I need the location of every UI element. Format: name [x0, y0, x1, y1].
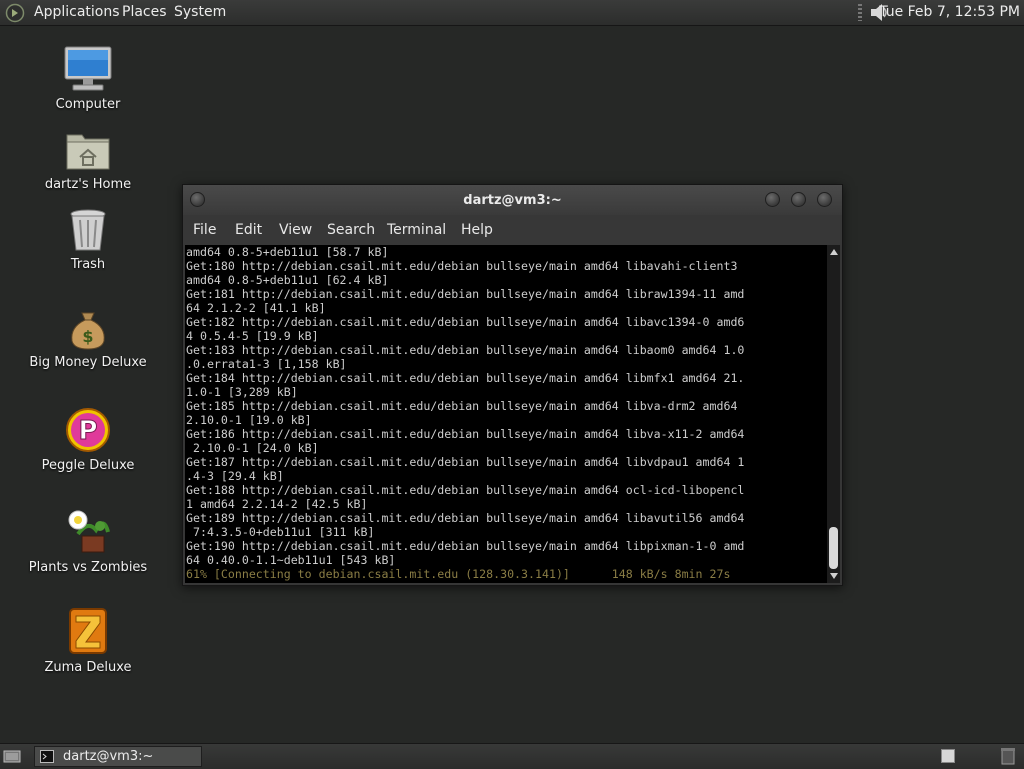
terminal-line: .4-3 [29.4 kB] — [186, 469, 284, 483]
places-menu[interactable]: Places — [122, 0, 167, 25]
terminal-line: Get:185 http://debian.csail.mit.edu/debi… — [186, 399, 738, 413]
taskbar-terminal-button[interactable]: dartz@vm3:~ — [34, 746, 202, 767]
system-menu[interactable]: System — [174, 0, 226, 25]
terminal-line: Get:187 http://debian.csail.mit.edu/debi… — [186, 455, 745, 469]
terminal-line: Get:183 http://debian.csail.mit.edu/debi… — [186, 343, 745, 357]
menu-file[interactable]: File — [193, 215, 216, 245]
terminal-line: 2.10.0-1 [19.0 kB] — [186, 413, 312, 427]
taskbar-label: dartz@vm3:~ — [63, 749, 154, 764]
scroll-down-arrow-icon[interactable] — [830, 573, 838, 579]
terminal-line: .0.errata1-3 [1,158 kB] — [186, 357, 347, 371]
terminal-scrollbar[interactable] — [827, 245, 840, 583]
svg-text:P: P — [78, 416, 97, 446]
distro-logo-icon[interactable] — [5, 3, 25, 23]
panel-handle — [858, 4, 862, 21]
menu-help[interactable]: Help — [461, 215, 493, 245]
terminal-line: amd64 0.8-5+deb11u1 [58.7 kB] — [186, 245, 389, 259]
desktop-icon-plants-vs-zombies[interactable]: Plants vs Zombies — [23, 506, 153, 575]
applications-menu[interactable]: Applications — [34, 0, 120, 25]
desktop-icon-label: Trash — [70, 257, 106, 272]
trash-applet-icon[interactable] — [1000, 747, 1016, 765]
zuma-icon — [69, 608, 107, 654]
show-desktop-icon[interactable] — [3, 748, 21, 764]
terminal-line: 1.0-1 [3,289 kB] — [186, 385, 298, 399]
menu-view[interactable]: View — [279, 215, 312, 245]
workspace-icon[interactable] — [941, 749, 955, 763]
desktop-icon-peggle[interactable]: P Peggle Deluxe — [23, 406, 153, 473]
terminal-output[interactable]: amd64 0.8-5+deb11u1 [58.7 kB] Get:180 ht… — [185, 245, 827, 583]
svg-text:$: $ — [82, 327, 93, 346]
desktop-icon-label: dartz's Home — [44, 177, 132, 192]
terminal-line: Get:181 http://debian.csail.mit.edu/debi… — [186, 287, 745, 301]
terminal-menubar: File Edit View Search Terminal Help — [183, 215, 842, 245]
terminal-line: 64 2.1.2-2 [41.1 kB] — [186, 301, 326, 315]
terminal-line: Get:189 http://debian.csail.mit.edu/debi… — [186, 511, 745, 525]
desktop-icon-label: Computer — [55, 97, 121, 112]
close-button[interactable] — [817, 192, 832, 207]
top-panel: Applications Places System Tue Feb 7, 12… — [0, 0, 1024, 26]
trash-icon — [70, 209, 106, 251]
minimize-button[interactable] — [765, 192, 780, 207]
desktop-icon-trash[interactable]: Trash — [23, 207, 153, 272]
terminal-line: Get:182 http://debian.csail.mit.edu/debi… — [186, 315, 745, 329]
terminal-line: Get:188 http://debian.csail.mit.edu/debi… — [186, 483, 745, 497]
apt-progress-status: 61% [Connecting to debian.csail.mit.edu … — [186, 567, 731, 581]
desktop-icon-home[interactable]: dartz's Home — [23, 127, 153, 192]
plants-vs-zombies-icon — [68, 510, 110, 553]
terminal-text: amd64 0.8-5+deb11u1 [58.7 kB] Get:180 ht… — [186, 245, 744, 567]
scroll-up-arrow-icon[interactable] — [830, 249, 838, 255]
terminal-window[interactable]: dartz@vm3:~ File Edit View Search Termin… — [182, 184, 843, 586]
menu-edit[interactable]: Edit — [235, 215, 262, 245]
menu-terminal[interactable]: Terminal — [387, 215, 446, 245]
desktop-icon-label: Big Money Deluxe — [29, 355, 147, 370]
desktop-icon-label: Plants vs Zombies — [28, 560, 148, 575]
terminal-line: Get:180 http://debian.csail.mit.edu/debi… — [186, 259, 738, 273]
computer-icon — [64, 46, 112, 91]
terminal-line: Get:186 http://debian.csail.mit.edu/debi… — [186, 427, 745, 441]
desktop-icon-zuma[interactable]: Zuma Deluxe — [23, 606, 153, 675]
terminal-line: 2.10.0-1 [24.0 kB] — [192, 441, 319, 455]
scrollbar-thumb[interactable] — [829, 527, 838, 569]
desktop-icon-big-money[interactable]: $ Big Money Deluxe — [23, 309, 153, 370]
window-titlebar[interactable]: dartz@vm3:~ — [183, 185, 842, 215]
peggle-icon: P — [66, 408, 110, 452]
desktop-icon-computer[interactable]: Computer — [23, 45, 153, 112]
maximize-button[interactable] — [791, 192, 806, 207]
menu-search[interactable]: Search — [327, 215, 375, 245]
terminal-line: 4 0.5.4-5 [19.9 kB] — [186, 329, 319, 343]
terminal-line: 7:4.3.5-0+deb11u1 [311 kB] — [192, 525, 375, 539]
terminal-line: amd64 0.8-5+deb11u1 [62.4 kB] — [186, 273, 389, 287]
home-folder-icon — [66, 134, 110, 170]
terminal-line: Get:190 http://debian.csail.mit.edu/debi… — [186, 539, 745, 553]
clock[interactable]: Tue Feb 7, 12:53 PM — [879, 0, 1020, 25]
desktop-icon-label: Zuma Deluxe — [44, 660, 132, 675]
terminal-icon — [40, 750, 54, 763]
terminal-line: 64 0.40.0-1.1~deb11u1 [543 kB] — [186, 553, 396, 567]
terminal-line: Get:184 http://debian.csail.mit.edu/debi… — [186, 371, 745, 385]
window-title: dartz@vm3:~ — [463, 193, 562, 208]
desktop-icon-label: Peggle Deluxe — [41, 458, 135, 473]
bottom-panel: dartz@vm3:~ — [0, 743, 1024, 769]
money-bag-icon: $ — [71, 312, 105, 350]
terminal-line: 1 amd64 2.2.14-2 [42.5 kB] — [186, 497, 368, 511]
